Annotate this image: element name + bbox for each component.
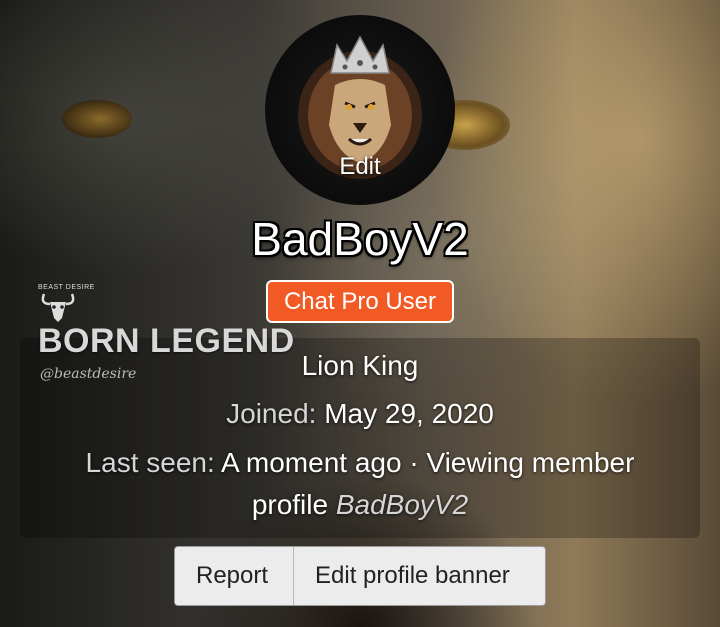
last-seen-label: Last seen: [85,447,215,478]
joined-row: Joined: May 29, 2020 [0,398,720,430]
last-seen-row-continued: profile BadBoyV2 [0,489,720,521]
lion-eye-left [62,100,132,138]
user-title-badge: Chat Pro User [266,280,454,323]
joined-date: May 29, 2020 [324,398,494,429]
avatar-edit-link[interactable]: Edit [265,153,455,181]
goat-skull-icon [41,293,75,322]
viewed-profile-link[interactable]: BadBoyV2 [336,489,468,520]
avatar[interactable]: Edit [265,15,455,205]
report-button[interactable]: Report [175,547,294,605]
last-seen-activity-continued: profile [251,489,329,520]
profile-action-buttons: Report Edit profile banner [174,546,546,606]
username: BadBoyV2 [251,213,469,265]
last-seen-activity: A moment ago · Viewing member [220,447,635,478]
custom-title: Lion King [301,350,419,381]
last-seen-row: Last seen: A moment ago · Viewing member [0,447,720,479]
joined-label: Joined: [226,398,317,429]
edit-profile-banner-button[interactable]: Edit profile banner [294,547,545,605]
